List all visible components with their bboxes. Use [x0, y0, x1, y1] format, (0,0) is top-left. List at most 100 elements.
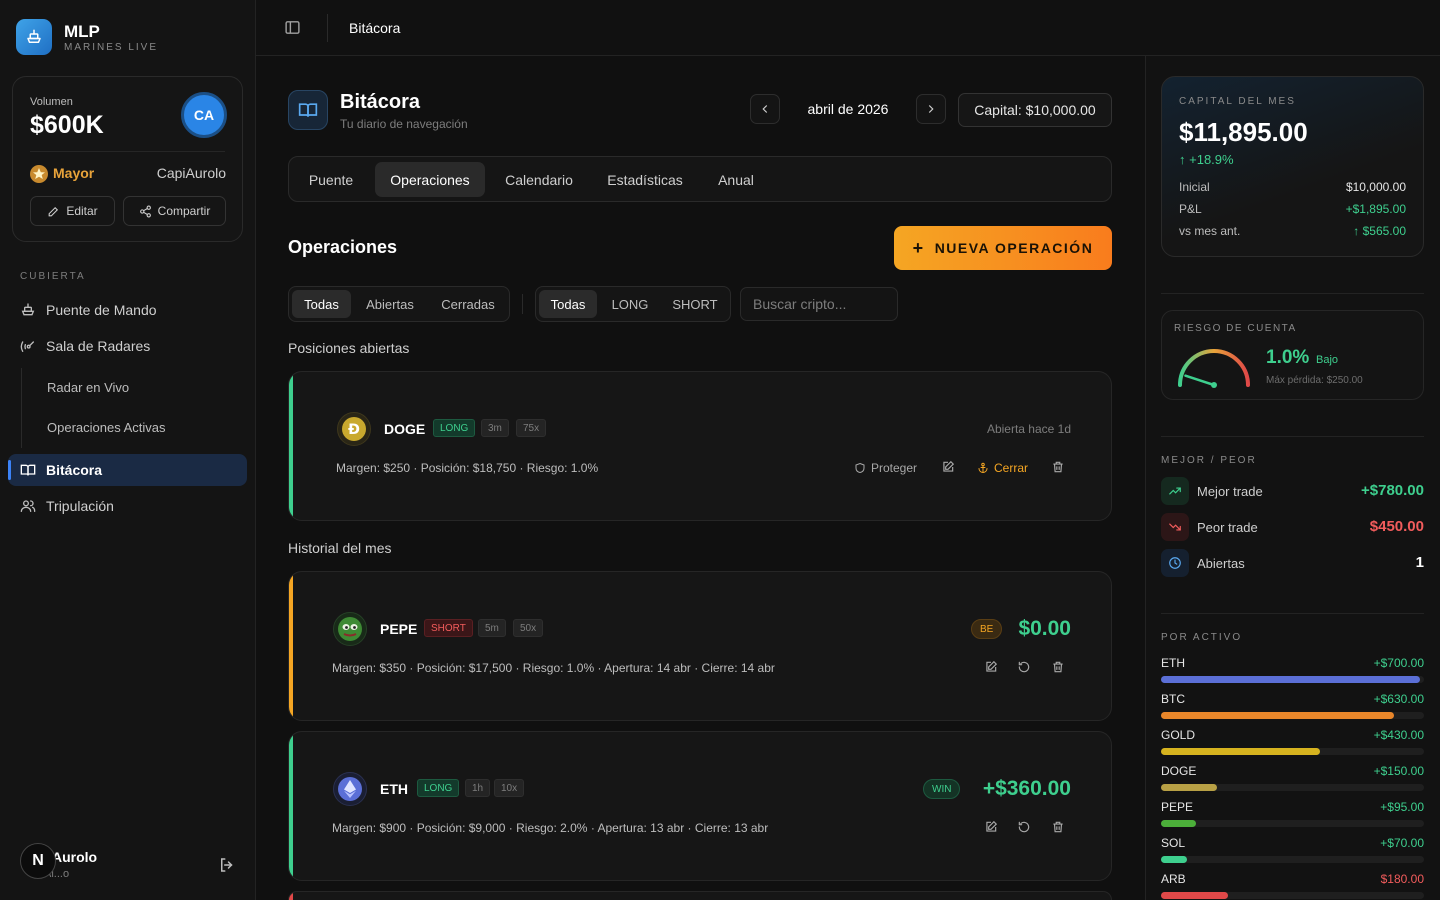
sidebar-toggle-icon[interactable]	[284, 19, 301, 39]
asset-value: +$630.00	[1373, 692, 1424, 706]
rotate-icon	[1018, 821, 1030, 833]
by-asset-caption: POR ACTIVO	[1161, 632, 1243, 643]
leverage-badge: 75x	[516, 419, 547, 437]
reopen-trade-button[interactable]	[1017, 660, 1031, 674]
edit-trade-button[interactable]	[941, 460, 955, 474]
trend-down-icon	[1161, 513, 1189, 541]
tab-anual[interactable]: Anual	[705, 162, 767, 197]
capital-value: $11,895.00	[1179, 117, 1308, 147]
filter-status-todas[interactable]: Todas	[292, 290, 351, 318]
trade-pnl: +$360.00	[982, 777, 1071, 800]
timeframe-badge: 3m	[481, 419, 509, 437]
sidebar-item-tripulacion[interactable]: Tripulación	[8, 490, 247, 522]
delete-trade-button[interactable]	[1051, 660, 1065, 674]
sidebar-item-bitacora[interactable]: Bitácora	[8, 454, 247, 486]
delete-trade-button[interactable]	[1051, 820, 1065, 834]
risk-max-loss: Máx pérdida: $250.00	[1266, 375, 1363, 386]
tab-estadisticas[interactable]: Estadísticas	[593, 162, 697, 197]
users-icon	[20, 500, 36, 512]
row-value: $10,000.00	[1345, 180, 1406, 194]
search-input[interactable]	[740, 287, 898, 321]
sidebar-item-radar-en-vivo[interactable]: Radar en Vivo	[47, 380, 129, 395]
sidebar-item-operaciones-activas[interactable]: Operaciones Activas	[47, 420, 166, 435]
share-button[interactable]: Compartir	[123, 196, 226, 226]
trade-card-next[interactable]	[288, 891, 1112, 900]
divider	[30, 151, 225, 152]
filter-side-long[interactable]: LONG	[601, 290, 659, 318]
protect-button[interactable]: Proteger	[854, 461, 917, 475]
tab-calendario[interactable]: Calendario	[493, 162, 585, 197]
section-title: Operaciones	[288, 237, 398, 257]
svg-text:Ð: Ð	[348, 422, 360, 438]
capital-change-value: +18.9%	[1189, 152, 1234, 167]
open-positions-title: Posiciones abiertas	[288, 340, 410, 356]
capital-row-pnl: P&L +$1,895.00	[1179, 202, 1406, 216]
filter-status-abiertas[interactable]: Abiertas	[355, 290, 425, 318]
page-subtitle: Tu diario de navegación	[340, 117, 468, 131]
arrow-up-icon: ↑	[1353, 224, 1363, 238]
trade-card-pepe[interactable]: PEPE SHORT 5m 50x BE $0.00 Margen: $350 …	[288, 571, 1112, 721]
asset-bar-fill	[1161, 856, 1187, 863]
logout-icon[interactable]	[218, 856, 236, 877]
asset-row-btc: BTC +$630.00	[1161, 692, 1424, 722]
anchor-icon	[978, 462, 988, 473]
shield-icon	[855, 462, 865, 474]
close-trade-button[interactable]: Cerrar	[977, 461, 1028, 475]
leverage-badge: 10x	[494, 779, 525, 797]
radar-icon	[20, 341, 34, 352]
row-value: $565.00	[1362, 224, 1406, 238]
book-icon	[288, 90, 328, 130]
trend-up-icon	[1161, 477, 1189, 505]
user-avatar[interactable]: N	[20, 843, 56, 879]
sidebar-item-sala-de-radares[interactable]: Sala de Radares	[8, 330, 247, 362]
risk-level: Bajo	[1316, 354, 1339, 366]
side-filter: Todas LONG SHORT	[535, 286, 731, 322]
filter-status-cerradas[interactable]: Cerradas	[429, 290, 507, 318]
close-label: Cerrar	[994, 461, 1029, 475]
trade-symbol: PEPE	[380, 621, 418, 637]
asset-name: ETH	[1161, 656, 1185, 670]
doge-coin-icon: Ð	[337, 412, 371, 446]
edit-trade-button[interactable]	[984, 660, 998, 674]
trade-meta: Margen: $250 · Posición: $18,750 · Riesg…	[336, 461, 599, 475]
plus-icon: +	[912, 238, 925, 258]
filter-side-short[interactable]: SHORT	[663, 290, 727, 318]
tab-puente[interactable]: Puente	[295, 162, 367, 197]
asset-bar-track	[1161, 748, 1424, 755]
volume-card: Volumen $600K CA Mayor CapiAurolo Editar…	[12, 76, 243, 242]
trade-meta: Margen: $350 · Posición: $17,500 · Riesg…	[332, 661, 775, 675]
edit-button[interactable]: Editar	[30, 196, 115, 226]
delete-trade-button[interactable]	[1051, 460, 1065, 474]
side-badge: LONG	[417, 779, 460, 797]
rank-medal-icon	[29, 164, 48, 183]
card-accent	[289, 732, 293, 880]
tab-operaciones[interactable]: Operaciones	[375, 162, 485, 197]
row-value-wrap: ↑ $565.00	[1353, 224, 1406, 238]
asset-bar-fill	[1161, 820, 1196, 827]
next-month-button[interactable]	[916, 94, 946, 124]
asset-name: BTC	[1161, 692, 1185, 706]
row-label: vs mes ant.	[1179, 224, 1241, 238]
asset-name: GOLD	[1161, 728, 1196, 742]
prev-month-button[interactable]	[750, 94, 780, 124]
capital-button[interactable]: Capital: $10,000.00	[958, 93, 1112, 127]
divider	[1161, 436, 1424, 437]
leverage-badge: 50x	[513, 619, 544, 637]
trade-card-doge[interactable]: Ð DOGE LONG 3m 75x Abierta hace 1d Marge…	[288, 371, 1112, 521]
trade-symbol: ETH	[380, 781, 408, 797]
book-icon	[20, 464, 36, 476]
topbar	[256, 0, 1440, 56]
reopen-trade-button[interactable]	[1017, 820, 1031, 834]
filter-side-todas[interactable]: Todas	[539, 290, 597, 318]
capital-change: ↑ +18.9%	[1179, 152, 1234, 167]
avatar[interactable]: CA	[181, 92, 227, 138]
new-operation-button[interactable]: + NUEVA OPERACIÓN	[894, 226, 1112, 270]
trade-card-eth[interactable]: ETH LONG 1h 10x WIN +$360.00 Margen: $90…	[288, 731, 1112, 881]
status-filter: Todas Abiertas Cerradas	[288, 286, 510, 322]
best-worst-caption: MEJOR / PEOR	[1161, 455, 1257, 466]
asset-value: +$150.00	[1373, 764, 1424, 778]
ship-logo-icon[interactable]	[16, 19, 52, 55]
edit-trade-button[interactable]	[984, 820, 998, 834]
protect-label: Proteger	[871, 461, 918, 475]
sidebar-item-puente-de-mando[interactable]: Puente de Mando	[8, 294, 247, 326]
